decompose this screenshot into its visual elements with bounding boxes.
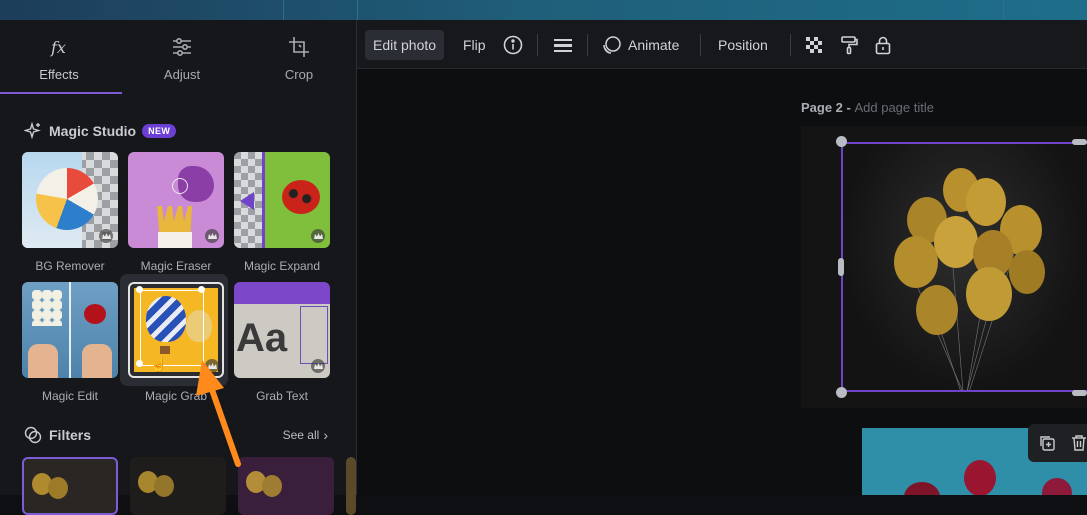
toolbar-divider [700, 34, 701, 56]
transparency-icon [804, 35, 824, 55]
page-title-placeholder: Add page title [854, 100, 934, 115]
design-page[interactable] [801, 126, 1087, 408]
resize-handle-bottom-right[interactable] [1072, 390, 1087, 396]
selection-frame [841, 142, 1087, 392]
magic-edit-card[interactable] [22, 282, 118, 378]
edit-photo-button[interactable]: Edit photo [365, 30, 445, 60]
crown-icon [311, 229, 325, 243]
toolbar-divider [790, 34, 791, 56]
top-toolbar: Edit photo Flip Animate Position [357, 20, 1087, 69]
tab-adjust-label: Adjust [163, 67, 201, 82]
magic-eraser-card[interactable] [128, 152, 224, 248]
expand-arrow-icon [240, 192, 254, 210]
resize-handle-bl[interactable] [836, 387, 847, 398]
magic-expand-card[interactable] [234, 152, 330, 248]
magic-eraser-label: Magic Eraser [140, 259, 212, 273]
hand-left [28, 344, 58, 378]
resize-handle-left[interactable] [838, 258, 844, 276]
lock-button[interactable] [873, 30, 893, 60]
tab-adjust[interactable]: Adjust [123, 20, 241, 94]
position-button[interactable]: Position [718, 30, 768, 60]
magic-edit-divider [69, 282, 71, 378]
red-rose-image [84, 304, 106, 324]
eraser-cursor [172, 178, 188, 194]
filter-balloon [262, 475, 282, 497]
info-button[interactable] [503, 30, 523, 60]
active-tab-indicator [0, 92, 122, 94]
duplicate-page-icon[interactable] [1038, 434, 1056, 452]
resize-handle-top-right[interactable] [1072, 139, 1087, 145]
filters-title: Filters [49, 427, 92, 443]
crop-icon [240, 36, 358, 58]
tab-effects[interactable]: fx Effects [0, 20, 118, 94]
red-balloon [1042, 478, 1072, 495]
filter-balloon [48, 477, 68, 499]
toolbar-divider [587, 34, 588, 56]
toolbar-divider [537, 34, 538, 56]
filter-thumb-original[interactable] [22, 457, 118, 515]
hand-cursor-icon: ☝ [150, 356, 168, 372]
white-flowers-image [32, 290, 62, 326]
red-balloon [904, 482, 940, 495]
crown-icon [311, 359, 325, 373]
tab-effects-label: Effects [39, 67, 79, 82]
see-all-link[interactable]: See all › [283, 427, 328, 443]
magic-expand-label: Magic Expand [243, 259, 321, 273]
animate-button[interactable]: Animate [602, 30, 679, 60]
animate-icon [602, 35, 622, 55]
transparency-button[interactable] [804, 30, 824, 60]
panel-tabs: fx Effects Adjust Crop [0, 20, 356, 94]
see-all-label: See all [282, 428, 320, 442]
expand-edge [262, 152, 265, 248]
ladybug-image [282, 180, 320, 214]
grab-handle-tl [136, 286, 143, 293]
filters-icon [24, 426, 42, 444]
line-weight-icon [553, 35, 573, 55]
page-mini-toolbar [1028, 424, 1087, 462]
filters-heading: Filters [24, 426, 91, 444]
fries-box [158, 232, 192, 248]
bg-remover-card[interactable] [22, 152, 118, 248]
sparkle-icon [24, 122, 42, 140]
new-badge: NEW [142, 124, 177, 138]
red-balloon [964, 460, 996, 495]
page-label: Page 2 - [801, 100, 855, 115]
flip-button[interactable]: Flip [463, 30, 486, 60]
beach-ball-image [36, 168, 98, 230]
magic-studio-title: Magic Studio [49, 123, 137, 139]
magic-edit-label: Magic Edit [41, 389, 99, 403]
grab-handle-bl [136, 360, 143, 367]
fx-icon: fx [0, 36, 118, 58]
hand-right [82, 344, 112, 378]
border-style-button[interactable] [553, 30, 573, 60]
chevron-right-icon: › [323, 427, 328, 443]
grab-text-selection [300, 306, 328, 364]
magic-studio-heading: Magic Studio NEW [24, 122, 177, 140]
grab-handle-tr [198, 286, 205, 293]
animate-label: Animate [628, 37, 680, 53]
copy-style-button[interactable] [839, 30, 859, 60]
crown-icon [205, 229, 219, 243]
orange-pointer-arrow [196, 360, 241, 467]
filter-thumb-4[interactable] [346, 457, 356, 515]
resize-handle-tl[interactable] [836, 136, 847, 147]
sliders-icon [123, 36, 241, 58]
trash-icon[interactable] [1070, 434, 1087, 452]
filter-thumb-3[interactable] [238, 457, 334, 515]
lock-icon [873, 35, 893, 55]
top-gradient-strip [0, 0, 1087, 20]
info-icon [503, 35, 523, 55]
crown-icon [99, 229, 113, 243]
bg-remover-label: BG Remover [35, 259, 105, 273]
page-title[interactable]: Page 2 - Add page title [801, 100, 934, 115]
tab-crop-label: Crop [284, 67, 314, 82]
svg-text:fx: fx [50, 38, 66, 57]
filter-balloon [154, 475, 174, 497]
paint-roller-icon [839, 35, 859, 55]
edit-photo-panel: fx Effects Adjust Crop Magic Studio NEW [0, 20, 357, 515]
tab-crop[interactable]: Crop [240, 20, 358, 94]
